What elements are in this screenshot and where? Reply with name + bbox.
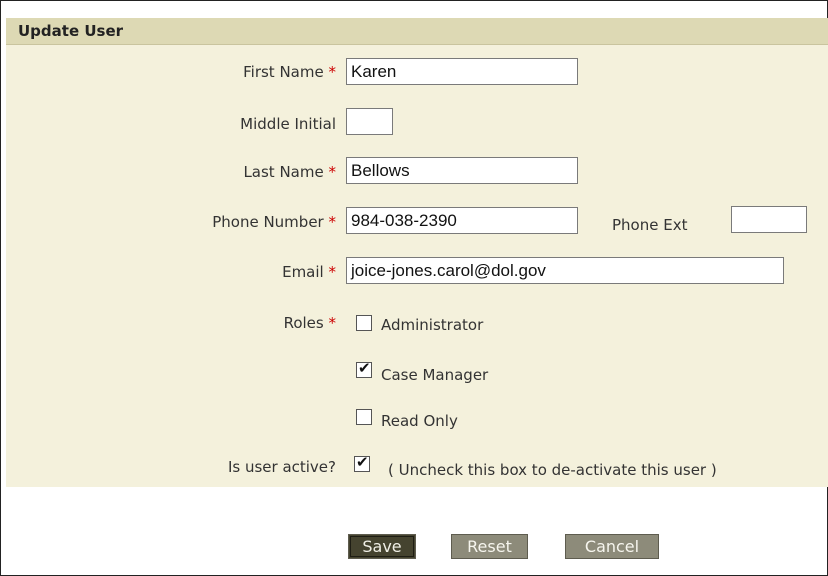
middle-initial-label: Middle Initial <box>240 115 336 133</box>
phone-ext-label: Phone Ext <box>612 216 688 234</box>
reset-button[interactable]: Reset <box>451 534 528 559</box>
cancel-button[interactable]: Cancel <box>565 534 659 559</box>
role-case-manager-label: Case Manager <box>381 366 489 384</box>
phone-ext-input[interactable] <box>731 206 807 233</box>
save-button[interactable]: Save <box>348 534 416 559</box>
last-name-input[interactable]: Bellows <box>346 157 578 184</box>
required-marker: * <box>328 314 337 332</box>
required-marker: * <box>328 263 337 281</box>
last-name-label: Last Name * <box>243 163 337 181</box>
user-active-hint: ( Uncheck this box to de-activate this u… <box>388 461 717 479</box>
roles-label: Roles * <box>283 314 337 332</box>
panel-header: Update User <box>6 18 828 45</box>
required-marker: * <box>328 163 337 181</box>
phone-number-input[interactable]: 984-038-2390 <box>346 207 578 234</box>
role-read-only-checkbox[interactable] <box>356 409 372 425</box>
role-administrator-label: Administrator <box>381 316 484 334</box>
user-active-checkbox[interactable] <box>354 453 370 472</box>
middle-initial-input[interactable] <box>346 108 393 135</box>
required-marker: * <box>328 213 337 231</box>
role-administrator-checkbox[interactable] <box>356 315 372 331</box>
role-read-only-label: Read Only <box>381 412 458 430</box>
first-name-label: First Name * <box>243 63 337 81</box>
panel-title: Update User <box>18 22 124 40</box>
user-active-label: Is user active? <box>227 458 336 476</box>
phone-number-label: Phone Number * <box>212 213 337 231</box>
first-name-input[interactable]: Karen <box>346 58 578 85</box>
required-marker: * <box>328 63 337 81</box>
email-label: Email * <box>282 263 337 281</box>
email-input[interactable]: joice-jones.carol@dol.gov <box>346 257 784 284</box>
role-case-manager-checkbox[interactable] <box>356 359 372 378</box>
